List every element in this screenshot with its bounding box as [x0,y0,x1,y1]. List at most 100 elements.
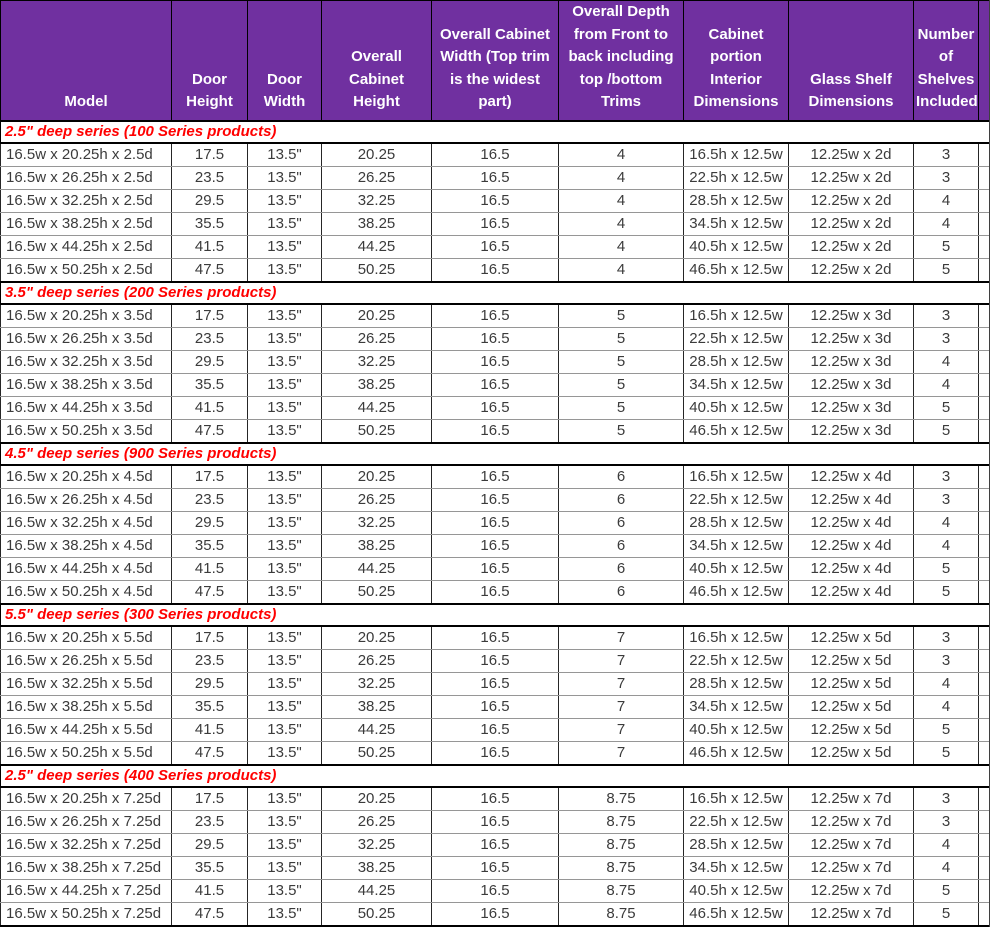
table-cell: 12.25w x 3d [789,396,914,419]
table-cell: 3 [914,166,979,189]
table-row: 16.5w x 38.25h x 2.5d35.513.5"38.2516.54… [1,212,990,235]
table-cell: 28.5h x 12.5w [684,350,789,373]
table-cell: 46.5h x 12.5w [684,580,789,604]
table-cell: 16.5 [432,419,559,443]
table-row: 16.5w x 32.25h x 4.5d29.513.5"32.2516.56… [1,511,990,534]
model-cell: 16.5w x 44.25h x 5.5d [1,718,172,741]
table-row: 16.5w x 20.25h x 4.5d17.513.5"20.2516.56… [1,465,990,489]
sliver-cell [979,557,990,580]
model-cell: 16.5w x 32.25h x 4.5d [1,511,172,534]
table-cell: 35.5 [172,856,248,879]
table-cell: 13.5" [248,235,322,258]
table-cell: 16.5 [432,350,559,373]
sliver-cell [979,212,990,235]
table-row: 16.5w x 38.25h x 5.5d35.513.5"38.2516.57… [1,695,990,718]
table-cell: 13.5" [248,212,322,235]
header-cell-0: Model [1,1,172,121]
model-cell: 16.5w x 44.25h x 2.5d [1,235,172,258]
table-cell: 12.25w x 7d [789,879,914,902]
table-cell: 16.5 [432,580,559,604]
table-cell: 4 [559,143,684,167]
table-cell: 16.5 [432,649,559,672]
table-row: 16.5w x 50.25h x 7.25d47.513.5"50.2516.5… [1,902,990,926]
header-cell-4: Overall Cabinet Width (Top trim is the w… [432,1,559,121]
table-cell: 13.5" [248,810,322,833]
table-cell: 40.5h x 12.5w [684,235,789,258]
table-row: 16.5w x 20.25h x 3.5d17.513.5"20.2516.55… [1,304,990,328]
table-cell: 35.5 [172,212,248,235]
header-cell-6: Cabinet portion Interior Dimensions [684,1,789,121]
table-cell: 47.5 [172,258,248,282]
table-cell: 34.5h x 12.5w [684,695,789,718]
table-cell: 12.25w x 2d [789,258,914,282]
table-cell: 7 [559,718,684,741]
table-cell: 16.5 [432,672,559,695]
table-cell: 20.25 [322,143,432,167]
table-cell: 44.25 [322,235,432,258]
model-cell: 16.5w x 44.25h x 3.5d [1,396,172,419]
table-cell: 5 [559,304,684,328]
table-cell: 4 [914,695,979,718]
section-title: 2.5" deep series (400 Series products) [1,765,990,787]
table-cell: 13.5" [248,557,322,580]
table-cell: 23.5 [172,166,248,189]
table-cell: 16.5 [432,534,559,557]
table-cell: 47.5 [172,902,248,926]
table-cell: 6 [559,557,684,580]
table-cell: 28.5h x 12.5w [684,833,789,856]
table-cell: 16.5 [432,833,559,856]
table-cell: 16.5 [432,741,559,765]
table-cell: 17.5 [172,465,248,489]
model-cell: 16.5w x 38.25h x 4.5d [1,534,172,557]
table-cell: 16.5 [432,557,559,580]
table-cell: 16.5 [432,465,559,489]
table-cell: 22.5h x 12.5w [684,810,789,833]
table-cell: 46.5h x 12.5w [684,419,789,443]
table-cell: 6 [559,511,684,534]
table-cell: 12.25w x 5d [789,695,914,718]
table-cell: 12.25w x 4d [789,488,914,511]
sliver-cell [979,695,990,718]
table-cell: 44.25 [322,718,432,741]
sliver-cell [979,511,990,534]
table-cell: 38.25 [322,856,432,879]
table-row: 16.5w x 44.25h x 2.5d41.513.5"44.2516.54… [1,235,990,258]
table-cell: 41.5 [172,718,248,741]
table-cell: 35.5 [172,695,248,718]
table-cell: 12.25w x 5d [789,672,914,695]
table-cell: 3 [914,488,979,511]
table-cell: 7 [559,741,684,765]
table-cell: 12.25w x 7d [789,810,914,833]
table-cell: 16.5 [432,902,559,926]
table-cell: 12.25w x 3d [789,350,914,373]
section-title: 2.5" deep series (100 Series products) [1,121,990,143]
table-cell: 5 [559,373,684,396]
table-cell: 4 [559,258,684,282]
sliver-cell [979,534,990,557]
table-cell: 13.5" [248,672,322,695]
sliver-cell [979,626,990,650]
table-row: 16.5w x 26.25h x 4.5d23.513.5"26.2516.56… [1,488,990,511]
table-cell: 8.75 [559,902,684,926]
table-cell: 6 [559,580,684,604]
table-cell: 12.25w x 5d [789,649,914,672]
table-cell: 28.5h x 12.5w [684,672,789,695]
table-cell: 41.5 [172,879,248,902]
table-cell: 12.25w x 4d [789,580,914,604]
model-cell: 16.5w x 38.25h x 2.5d [1,212,172,235]
spec-table: ModelDoor HeightDoor WidthOverall Cabine… [0,0,990,927]
table-cell: 4 [559,189,684,212]
sliver-cell [979,304,990,328]
table-cell: 12.25w x 2d [789,235,914,258]
table-cell: 16.5h x 12.5w [684,304,789,328]
table-cell: 13.5" [248,649,322,672]
table-row: 16.5w x 26.25h x 7.25d23.513.5"26.2516.5… [1,810,990,833]
table-cell: 40.5h x 12.5w [684,396,789,419]
table-cell: 12.25w x 4d [789,557,914,580]
table-cell: 17.5 [172,626,248,650]
table-cell: 6 [559,534,684,557]
model-cell: 16.5w x 38.25h x 3.5d [1,373,172,396]
table-cell: 23.5 [172,488,248,511]
section-title: 3.5" deep series (200 Series products) [1,282,990,304]
table-cell: 12.25w x 5d [789,626,914,650]
